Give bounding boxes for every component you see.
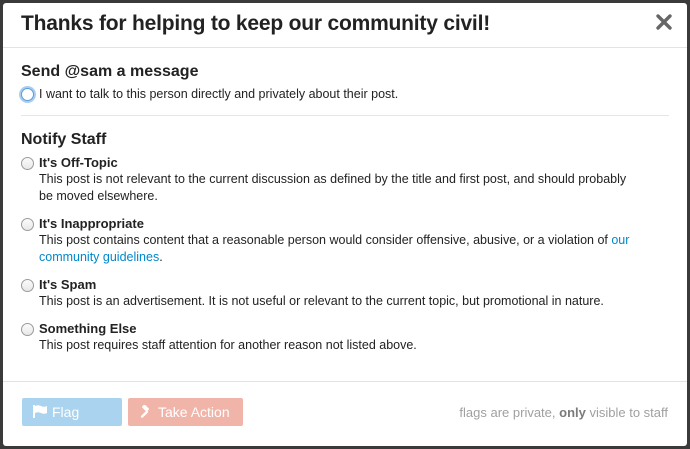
modal-footer: Flag Post Take Action flags are private,… — [3, 381, 687, 446]
notify-staff-heading: Notify Staff — [21, 131, 107, 148]
off-topic-radio[interactable] — [21, 157, 34, 170]
flag-modal: Thanks for helping to keep our community… — [3, 3, 687, 446]
off-topic-title: It's Off-Topic — [39, 155, 118, 170]
inappropriate-description-end: . — [159, 250, 163, 264]
off-topic-description: This post is not relevant to the current… — [39, 172, 627, 203]
close-icon[interactable] — [655, 13, 673, 31]
take-action-label: Take Action — [158, 404, 230, 420]
privacy-note-start: flags are private, — [459, 405, 560, 420]
gavel-icon — [140, 405, 149, 418]
inappropriate-title: It's Inappropriate — [39, 216, 144, 231]
modal-header: Thanks for helping to keep our community… — [3, 3, 687, 48]
spam-description: This post is an advertisement. It is not… — [39, 294, 604, 308]
spam-radio[interactable] — [21, 279, 34, 292]
privacy-note-emphasis: only — [559, 405, 586, 420]
flag-post-label: Flag Post — [52, 404, 81, 446]
spam-title: It's Spam — [39, 277, 97, 292]
send-message-heading: Send @sam a message — [21, 63, 199, 80]
message-user-radio[interactable] — [21, 88, 34, 101]
modal-title: Thanks for helping to keep our community… — [21, 12, 490, 35]
something-else-radio[interactable] — [21, 323, 34, 336]
message-user-label: I want to talk to this person directly a… — [39, 87, 399, 101]
take-action-button[interactable]: Take Action — [128, 398, 243, 426]
section-divider — [21, 115, 669, 116]
inappropriate-description: This post contains content that a reason… — [39, 232, 639, 266]
inappropriate-radio[interactable] — [21, 218, 34, 231]
inappropriate-description-text: This post contains content that a reason… — [39, 233, 612, 247]
flag-icon — [33, 405, 47, 418]
something-else-title: Something Else — [39, 321, 137, 336]
privacy-note: flags are private, only visible to staff — [459, 405, 668, 420]
flag-post-button[interactable]: Flag Post — [22, 398, 122, 446]
something-else-description: This post requires staff attention for a… — [39, 338, 417, 352]
privacy-note-end: visible to staff — [585, 405, 668, 420]
